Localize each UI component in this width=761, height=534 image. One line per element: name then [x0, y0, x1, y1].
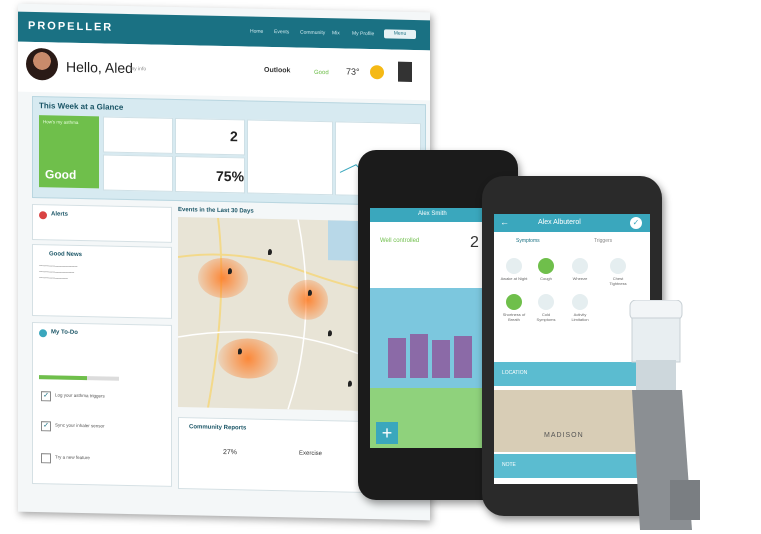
cold-icon[interactable] [538, 294, 554, 310]
phone-2-title: Alex Albuterol [538, 219, 581, 226]
todo-checkbox-1[interactable]: ✓ [41, 391, 51, 402]
breath-icon[interactable] [506, 294, 522, 310]
map-city-label: MADISON [544, 432, 584, 439]
location-label: LOCATION [502, 370, 528, 376]
menu-button[interactable]: Menu [384, 29, 416, 40]
tab-triggers[interactable]: Triggers [594, 238, 612, 244]
tab-symptoms[interactable]: Symptoms [516, 238, 540, 244]
map-pin[interactable] [328, 330, 332, 337]
nav-item-mix[interactable]: Mix [332, 30, 340, 36]
todo-panel: My To-Do ✓ Log your asthma triggers ✓ Sy… [32, 321, 172, 487]
status-label: How's my asthma [43, 119, 79, 125]
reports-card[interactable] [103, 154, 173, 192]
todo-item-3: Try a new feature [55, 454, 90, 461]
events-map[interactable] [178, 217, 378, 412]
symptom-label: Awake at Night [500, 276, 528, 281]
greeting-text: Hello, Aled [66, 58, 133, 77]
outlook-value: Good [314, 69, 329, 77]
symptom-label: Shortness of Breath [502, 312, 526, 322]
todo-title: My To-Do [51, 329, 78, 336]
rescue-count: 2 [230, 128, 238, 145]
chest-icon[interactable] [610, 258, 626, 274]
avatar[interactable] [26, 47, 58, 81]
todo-item-2: Sync your inhaler sensor [55, 422, 105, 429]
city-logo [398, 61, 412, 82]
alerts-panel: Alerts [32, 203, 172, 243]
asthma-status-card[interactable]: How's my asthma Good [39, 115, 99, 189]
good-news-panel: Good News ──────────── ─────────── ───────… [32, 243, 172, 319]
todo-item-1: Log your asthma triggers [55, 392, 105, 399]
symptom-label: Chest Tightness [609, 276, 627, 286]
shield-icon [39, 329, 47, 338]
phone-2-header: ← Alex Albuterol ✓ [494, 214, 650, 232]
activity-icon[interactable] [572, 294, 588, 310]
nav-item-profile[interactable]: My Profile [352, 31, 374, 37]
phone-1-count: 2 [470, 234, 479, 251]
map-pin[interactable] [308, 289, 312, 296]
alert-icon [39, 211, 47, 220]
add-button[interactable]: + [376, 422, 398, 444]
nav-item-home[interactable]: Home [250, 29, 263, 35]
summary-card[interactable] [247, 119, 333, 196]
wheeze-icon[interactable] [572, 258, 588, 274]
heat-zone [198, 257, 248, 299]
check-icon[interactable]: ✓ [630, 217, 642, 229]
app-logo: PROPELLER [28, 19, 114, 34]
inhaler-device [629, 300, 700, 530]
map-pin[interactable] [268, 248, 272, 256]
map-pin[interactable] [348, 380, 352, 387]
back-arrow-icon[interactable]: ← [500, 217, 509, 227]
community-title: Community Reports [189, 424, 247, 432]
map-pin[interactable] [228, 268, 232, 275]
phone-1-status: Well controlled [380, 238, 420, 244]
heat-zone [288, 279, 328, 321]
week-title: This Week at a Glance [39, 101, 124, 112]
community-panel: Community Reports 27% Exercise [178, 417, 380, 494]
symptom-label: Cold Symptoms [536, 312, 556, 322]
todo-checkbox-3[interactable] [41, 453, 51, 464]
symptom-label: Activity Limitation [571, 312, 589, 322]
moon-icon[interactable] [506, 258, 522, 274]
notes-label: NOTE [502, 462, 516, 468]
phone-1-title: Alex Smith [418, 211, 447, 217]
status-value: Good [45, 167, 77, 182]
community-label: Exercise [299, 450, 323, 458]
events-title: Events in the Last 30 Days [178, 207, 254, 215]
nav-item-events[interactable]: Events [274, 29, 289, 35]
greeting-header: Hello, Aled my info Outlook Good 73° [18, 41, 430, 101]
good-news-text: ──────────── ─────────── ───────── [39, 263, 78, 281]
cough-icon[interactable] [538, 258, 554, 274]
symptom-label: Wheeze [572, 276, 588, 281]
todo-progress [39, 375, 119, 381]
sun-icon [370, 65, 384, 80]
todo-checkbox-2[interactable]: ✓ [41, 421, 51, 432]
outlook-label: Outlook [264, 66, 291, 75]
percent-card[interactable]: 75% [175, 155, 245, 194]
alerts-title: Alerts [51, 211, 69, 218]
good-news-title: Good News [49, 251, 83, 259]
percent-value: 75% [216, 167, 245, 185]
greeting-sub[interactable]: my info [130, 66, 146, 72]
heat-zone [218, 337, 278, 380]
symptom-label: Cough [540, 276, 552, 281]
rescue-card[interactable] [103, 116, 173, 154]
map-pin[interactable] [238, 348, 242, 355]
nav-item-community[interactable]: Community [300, 30, 325, 37]
temperature: 73° [346, 66, 360, 77]
community-value: 27% [223, 448, 238, 457]
count-card[interactable]: 2 [175, 117, 245, 156]
